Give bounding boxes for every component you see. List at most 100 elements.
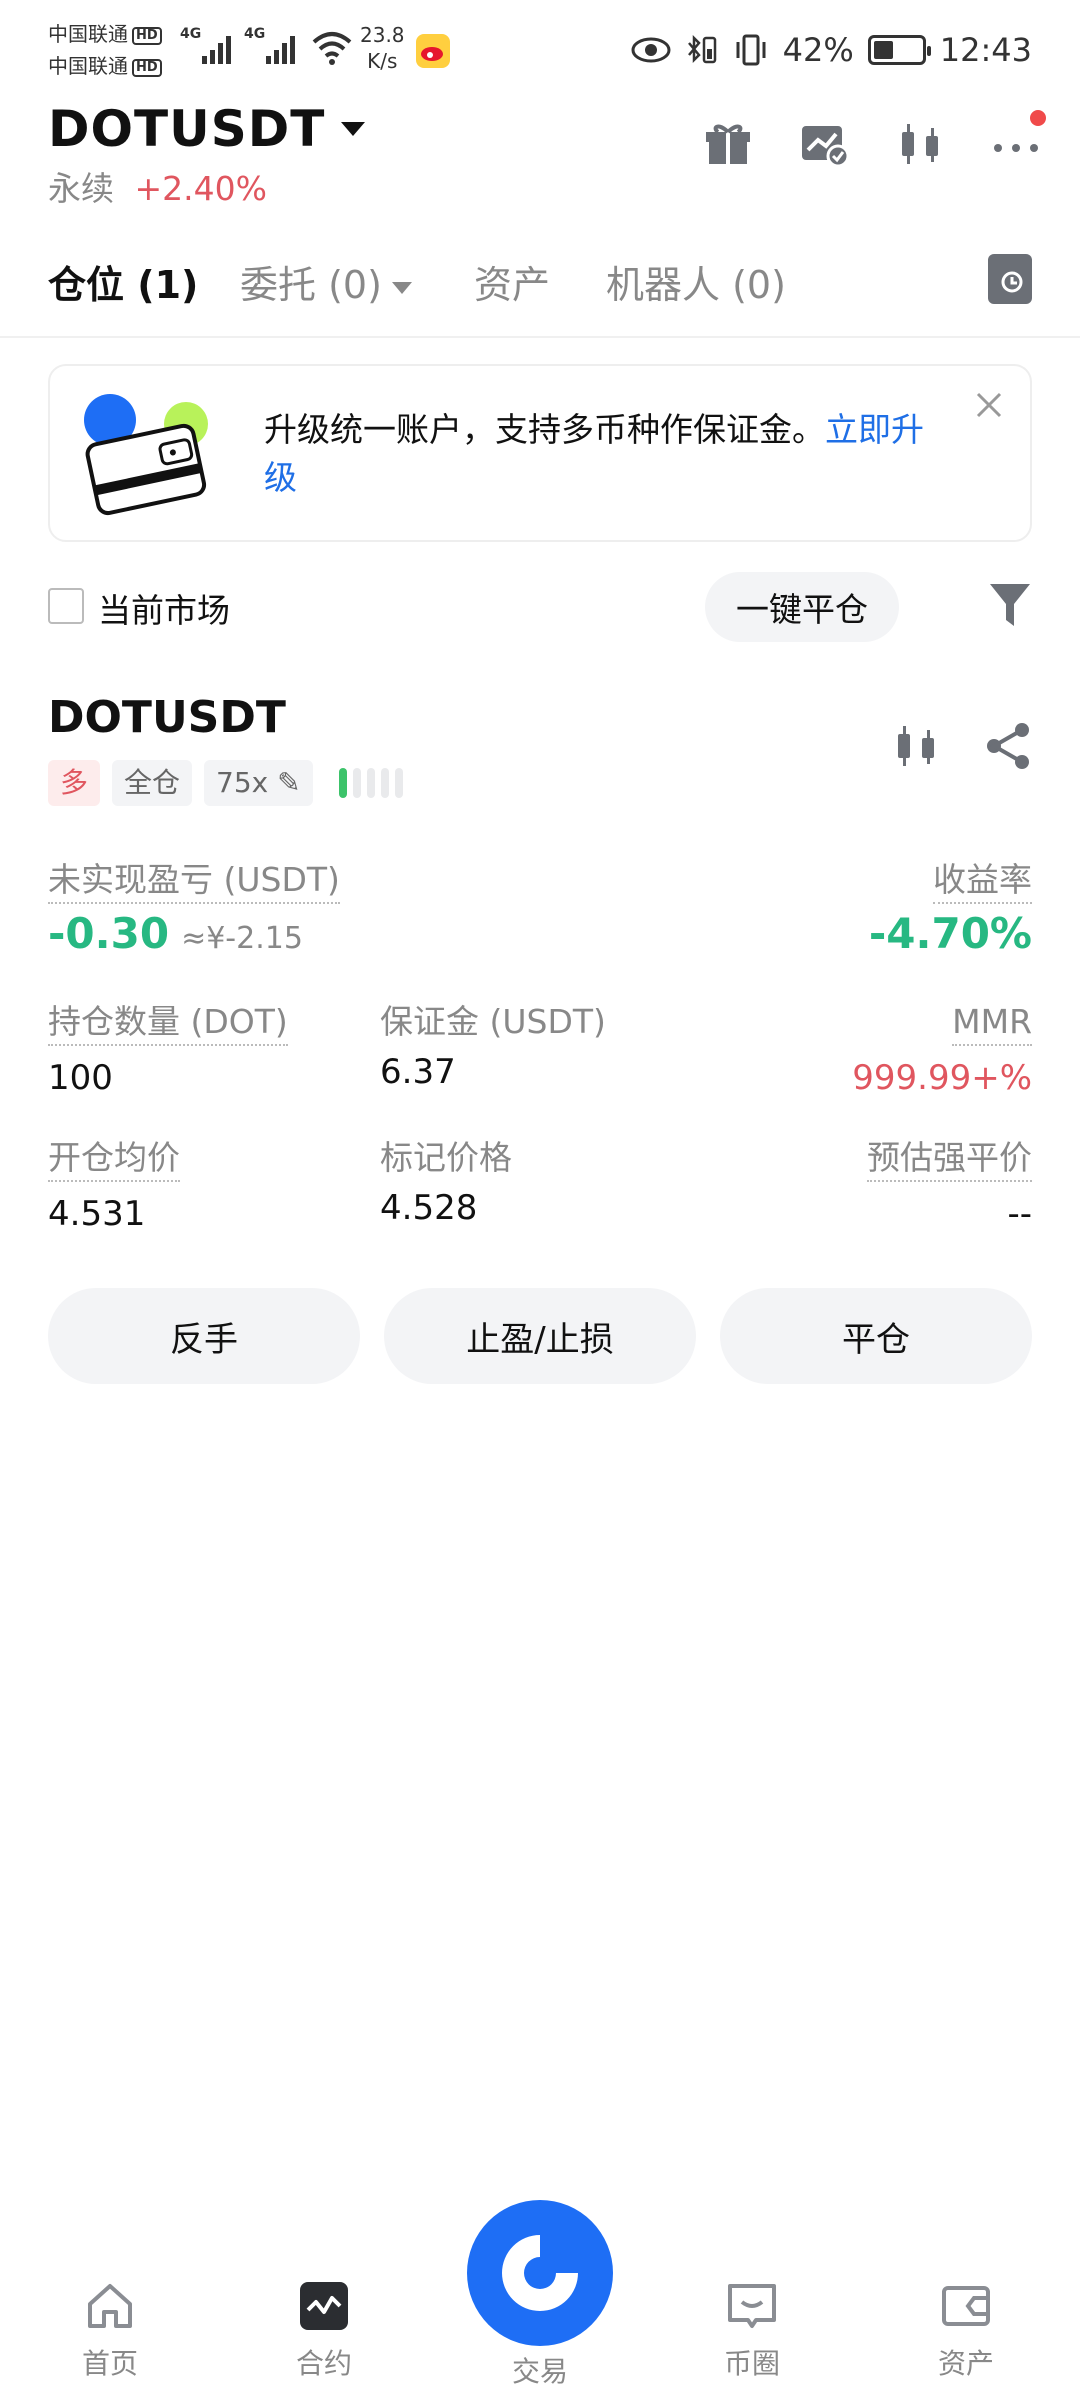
position-action-buttons: 反手 止盈/止损 平仓	[48, 1288, 1032, 1384]
bluetooth-battery-icon	[687, 34, 716, 64]
nav-community-label: 币圈	[723, 2347, 780, 2380]
price-change: +2.40%	[134, 169, 267, 208]
wallet-illustration	[84, 394, 208, 516]
roe-label: 收益率	[933, 860, 1032, 904]
leverage-value: 75x	[216, 766, 269, 799]
wifi-icon	[312, 32, 352, 65]
entry-price-label: 开仓均价	[48, 1138, 180, 1182]
mark-price-value: 4.528	[380, 1188, 478, 1228]
margin-value: 6.37	[380, 1052, 456, 1092]
header: DOTUSDT 永续 +2.40%	[0, 100, 1080, 220]
trade-logo-icon	[502, 2235, 578, 2311]
risk-bar	[352, 768, 361, 798]
close-icon[interactable]	[974, 390, 1004, 420]
tp-sl-button[interactable]: 止盈/止损	[384, 1288, 696, 1384]
nav-home-label: 首页	[81, 2347, 138, 2380]
home-icon	[88, 2284, 132, 2328]
carrier-1: 中国联通	[48, 22, 128, 46]
more-icon	[994, 144, 1038, 152]
weibo-notification-icon	[416, 34, 450, 68]
reverse-button[interactable]: 反手	[48, 1288, 360, 1384]
close-all-button[interactable]: 一键平仓	[705, 572, 899, 642]
tab-orders[interactable]: 委托 (0)	[240, 254, 412, 309]
battery-fill	[873, 41, 893, 59]
battery-icon	[867, 35, 931, 65]
futures-icon	[300, 2282, 348, 2330]
position-actions	[892, 722, 1032, 770]
position-tags: 多 全仓 75x ✎	[48, 760, 403, 806]
liq-price-value: --	[1007, 1194, 1032, 1234]
banner-message: 升级统一账户，支持多币种作保证金。立即升级	[264, 406, 954, 502]
tab-orders-label: 委托 (0)	[240, 263, 382, 307]
nav-trade-label: 交易	[511, 2355, 568, 2388]
nav-assets[interactable]: 资产	[906, 2280, 1026, 2382]
speed-unit: K/s	[367, 49, 398, 73]
margin-label: 保证金 (USDT)	[380, 1002, 606, 1041]
contract-info: 永续 +2.40%	[48, 162, 267, 210]
share-icon[interactable]	[984, 722, 1032, 770]
unrealized-pnl-label: 未实现盈亏 (USDT)	[48, 860, 340, 904]
carrier-info: 中国联通 HD 中国联通 HD	[48, 18, 162, 82]
leverage-tag[interactable]: 75x ✎	[204, 760, 313, 806]
liq-price-label: 预估强平价	[867, 1138, 1032, 1182]
risk-bar	[380, 768, 389, 798]
contract-type: 永续	[48, 169, 114, 208]
roe-value: -4.70%	[868, 909, 1032, 958]
tab-assets[interactable]: 资产	[474, 254, 550, 309]
gift-icon[interactable]	[704, 120, 752, 168]
bottom-nav: 首页 合约 交易 币圈 资产	[0, 2200, 1080, 2400]
nav-community[interactable]: 币圈	[692, 2280, 812, 2382]
status-right: 42% 12:43	[631, 28, 1032, 72]
nav-futures-label: 合约	[295, 2347, 352, 2380]
battery-percent: 42%	[782, 31, 854, 69]
caret-down-icon	[391, 281, 412, 294]
edit-icon: ✎	[277, 766, 301, 799]
candlestick-icon[interactable]	[892, 722, 940, 770]
symbol-selector[interactable]: DOTUSDT	[48, 100, 366, 158]
mmr-value: 999.99+%	[852, 1058, 1032, 1098]
close-position-button[interactable]: 平仓	[720, 1288, 1032, 1384]
history-document-icon[interactable]	[988, 254, 1032, 304]
status-bar: 中国联通 HD 中国联通 HD 4G 4G 23.8 K/s 42% 12:43	[0, 0, 1080, 100]
more-menu[interactable]	[992, 110, 1046, 168]
mmr-label: MMR	[952, 1002, 1032, 1046]
position-symbol: DOTUSDT	[48, 692, 286, 743]
header-actions	[704, 110, 1046, 168]
clock: 12:43	[939, 31, 1032, 69]
margin-mode-tag[interactable]: 全仓	[112, 760, 193, 806]
nav-home[interactable]: 首页	[50, 2280, 170, 2382]
candlestick-icon[interactable]	[896, 120, 944, 168]
speed-value: 23.8	[360, 23, 405, 47]
upgrade-banner: 升级统一账户，支持多币种作保证金。立即升级	[48, 364, 1032, 542]
position-tabs: 仓位 (1) 委托 (0) 资产 机器人 (0)	[0, 236, 1080, 338]
risk-bar	[338, 768, 347, 798]
current-market-checkbox[interactable]	[48, 588, 84, 624]
network-type-2: 4G	[244, 26, 266, 42]
unrealized-pnl-value: -0.30	[48, 909, 170, 958]
network-type-1: 4G	[180, 26, 202, 42]
symbol-name: DOTUSDT	[48, 100, 326, 158]
banner-text: 升级统一账户，支持多币种作保证金。	[264, 410, 825, 449]
hd-badge: HD	[132, 26, 162, 45]
risk-bar	[366, 768, 375, 798]
network-speed: 23.8 K/s	[360, 22, 405, 74]
vibrate-icon	[736, 34, 766, 66]
unrealized-pnl-cny: ≈¥-2.15	[181, 921, 303, 956]
nav-futures[interactable]: 合约	[264, 2280, 384, 2382]
risk-bar	[394, 768, 403, 798]
risk-level-bars	[338, 768, 403, 798]
tab-positions[interactable]: 仓位 (1)	[48, 254, 198, 309]
notification-dot	[1030, 110, 1046, 126]
wallet-icon	[942, 2286, 990, 2326]
size-value: 100	[48, 1058, 113, 1098]
nav-assets-label: 资产	[937, 2347, 994, 2380]
filter-icon[interactable]	[988, 580, 1032, 632]
size-label: 持仓数量 (DOT)	[48, 1002, 288, 1046]
hd-badge: HD	[132, 58, 162, 77]
community-icon	[728, 2284, 776, 2328]
trade-button[interactable]	[467, 2200, 613, 2346]
chart-check-icon[interactable]	[800, 120, 848, 168]
carrier-2: 中国联通	[48, 54, 128, 78]
caret-down-icon	[341, 122, 366, 136]
tab-bots[interactable]: 机器人 (0)	[606, 254, 786, 309]
